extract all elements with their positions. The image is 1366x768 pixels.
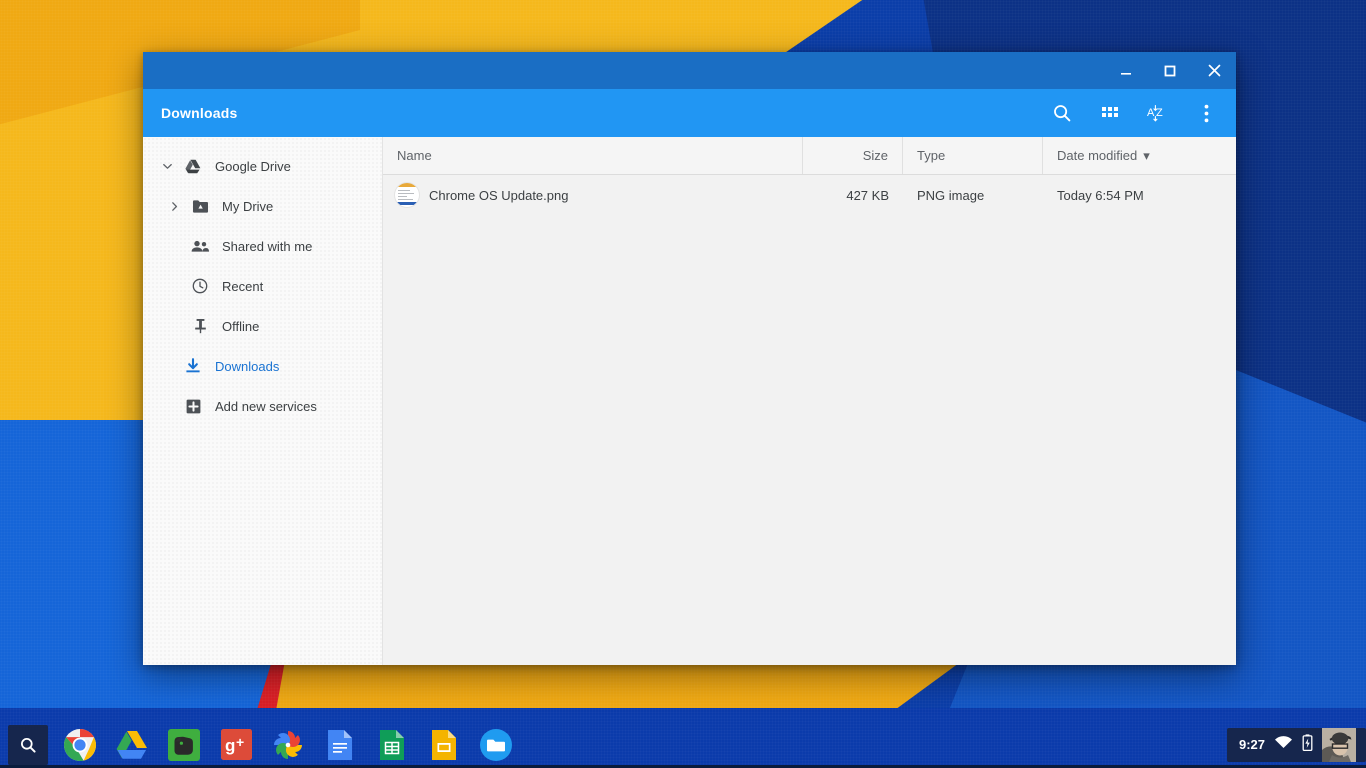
sidebar-item-label: My Drive (222, 198, 274, 214)
sidebar-item-shared-with-me[interactable]: Shared with me (143, 226, 382, 266)
navigation-sidebar: Google Drive My Drive Shared with me Rec… (143, 137, 383, 665)
files-app-icon[interactable] (472, 721, 520, 768)
sidebar-item-my-drive[interactable]: My Drive (143, 186, 382, 226)
column-header-label: Date modified (1057, 148, 1138, 163)
column-header-date-modified[interactable]: Date modified ▾ (1043, 137, 1236, 174)
shelf: g + 9:27 (0, 721, 1366, 768)
file-type-cell: PNG image (917, 187, 985, 203)
sidebar-item-downloads[interactable]: Downloads (143, 346, 382, 386)
sidebar-item-label: Recent (222, 278, 264, 294)
svg-text:+: + (236, 734, 244, 750)
file-list-panel: Name Size Type Date modified ▾ Chrome OS… (383, 137, 1236, 665)
wifi-icon[interactable] (1274, 735, 1293, 754)
chevron-right-icon[interactable] (161, 201, 187, 212)
file-list-rows: Chrome OS Update.png 427 KB PNG image To… (383, 175, 1236, 665)
window-titlebar[interactable] (143, 52, 1236, 89)
svg-text:g: g (225, 736, 235, 755)
evernote-app-icon[interactable] (160, 721, 208, 768)
sidebar-item-label: Google Drive (215, 158, 291, 174)
search-icon[interactable] (1038, 89, 1086, 137)
files-app-window: Downloads A Z Google Drive My Drive Shar… (143, 52, 1236, 665)
launcher-button[interactable] (4, 721, 52, 768)
google-sheets-app-icon[interactable] (368, 721, 416, 768)
google-docs-app-icon[interactable] (316, 721, 364, 768)
people-icon (187, 240, 213, 253)
page-title: Downloads (161, 105, 238, 121)
minimize-button[interactable] (1104, 52, 1148, 89)
more-vert-icon[interactable] (1182, 89, 1230, 137)
clock-icon (187, 278, 213, 294)
chrome-app-icon[interactable] (56, 721, 104, 768)
sidebar-item-label: Offline (222, 318, 260, 334)
sidebar-item-recent[interactable]: Recent (143, 266, 382, 306)
add-box-icon (180, 399, 206, 414)
file-list-header: Name Size Type Date modified ▾ (383, 137, 1236, 175)
battery-charging-icon[interactable] (1302, 733, 1313, 756)
column-header-size[interactable]: Size (803, 137, 903, 174)
system-tray[interactable]: 9:27 (1226, 727, 1366, 762)
file-name-cell: Chrome OS Update.png (383, 175, 803, 215)
clock-label: 9:27 (1238, 737, 1265, 752)
google-drive-icon (180, 159, 206, 174)
column-header-label: Name (397, 148, 432, 163)
google-drive-app-icon[interactable] (108, 721, 156, 768)
file-size-cell: 427 KB (846, 187, 889, 203)
sidebar-item-google-drive[interactable]: Google Drive (143, 146, 382, 186)
sidebar-item-offline[interactable]: Offline (143, 306, 382, 346)
sidebar-item-add-new-services[interactable]: Add new services (143, 386, 382, 426)
drive-folder-icon (187, 199, 213, 214)
chevron-down-icon[interactable] (154, 161, 180, 172)
column-header-type[interactable]: Type (903, 137, 1043, 174)
google-slides-app-icon[interactable] (420, 721, 468, 768)
sidebar-item-label: Shared with me (222, 238, 313, 254)
file-date-cell: Today 6:54 PM (1057, 187, 1144, 203)
file-name-label: Chrome OS Update.png (429, 187, 569, 203)
maximize-button[interactable] (1148, 52, 1192, 89)
grid-view-icon[interactable] (1086, 89, 1134, 137)
avatar[interactable] (1322, 727, 1356, 762)
close-button[interactable] (1192, 52, 1236, 89)
sort-az-icon[interactable]: A Z (1134, 89, 1182, 137)
shelf-app-list: g + (0, 721, 520, 768)
launcher-search-icon (8, 724, 48, 765)
pin-icon (187, 318, 213, 334)
sidebar-item-label: Downloads (215, 358, 280, 374)
google-photos-app-icon[interactable] (264, 721, 312, 768)
png-thumbnail-icon (395, 183, 419, 207)
sidebar-item-label: Add new services (215, 398, 317, 414)
window-body: Google Drive My Drive Shared with me Rec… (143, 137, 1236, 665)
app-toolbar: Downloads A Z (143, 89, 1236, 137)
download-icon (180, 358, 206, 374)
google-plus-app-icon[interactable]: g + (212, 721, 260, 768)
column-header-name[interactable]: Name (383, 137, 803, 174)
column-header-label: Size (862, 148, 888, 163)
sort-descending-icon: ▾ (1143, 147, 1150, 163)
table-row[interactable]: Chrome OS Update.png 427 KB PNG image To… (383, 175, 1236, 215)
column-header-label: Type (917, 148, 946, 163)
